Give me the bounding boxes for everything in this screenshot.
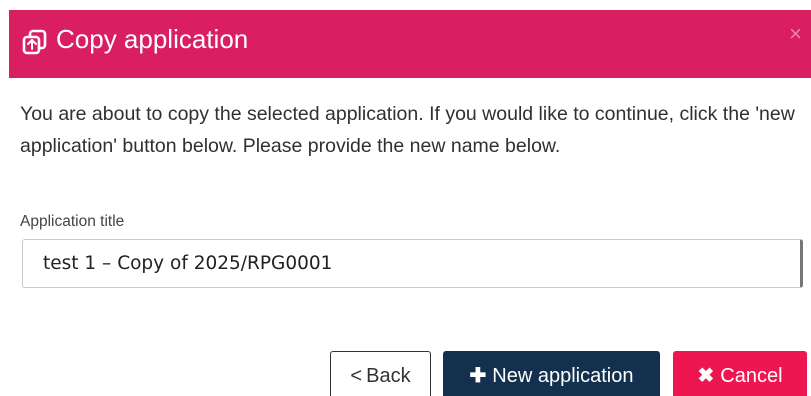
cancel-button[interactable]: ✖ Cancel bbox=[673, 351, 807, 396]
copy-application-dialog: Copy application × You are about to copy… bbox=[0, 0, 811, 396]
dialog-title: Copy application bbox=[56, 24, 249, 54]
plus-icon: ✚ bbox=[469, 365, 487, 387]
cancel-button-label: Cancel bbox=[720, 365, 783, 387]
new-application-button[interactable]: ✚ New application bbox=[443, 351, 660, 396]
application-title-label: Application title bbox=[20, 213, 125, 230]
back-button-label: Back bbox=[366, 365, 411, 387]
close-icon[interactable]: × bbox=[789, 23, 802, 45]
chevron-left-icon: < bbox=[350, 365, 363, 387]
application-title-input[interactable] bbox=[22, 239, 803, 288]
dialog-message: You are about to copy the selected appli… bbox=[20, 103, 795, 157]
copy-icon bbox=[22, 29, 47, 55]
dialog-header: Copy application × bbox=[9, 10, 811, 78]
back-button[interactable]: < Back bbox=[330, 351, 431, 396]
new-application-button-label: New application bbox=[492, 365, 634, 387]
close-icon: ✖ bbox=[697, 365, 715, 387]
